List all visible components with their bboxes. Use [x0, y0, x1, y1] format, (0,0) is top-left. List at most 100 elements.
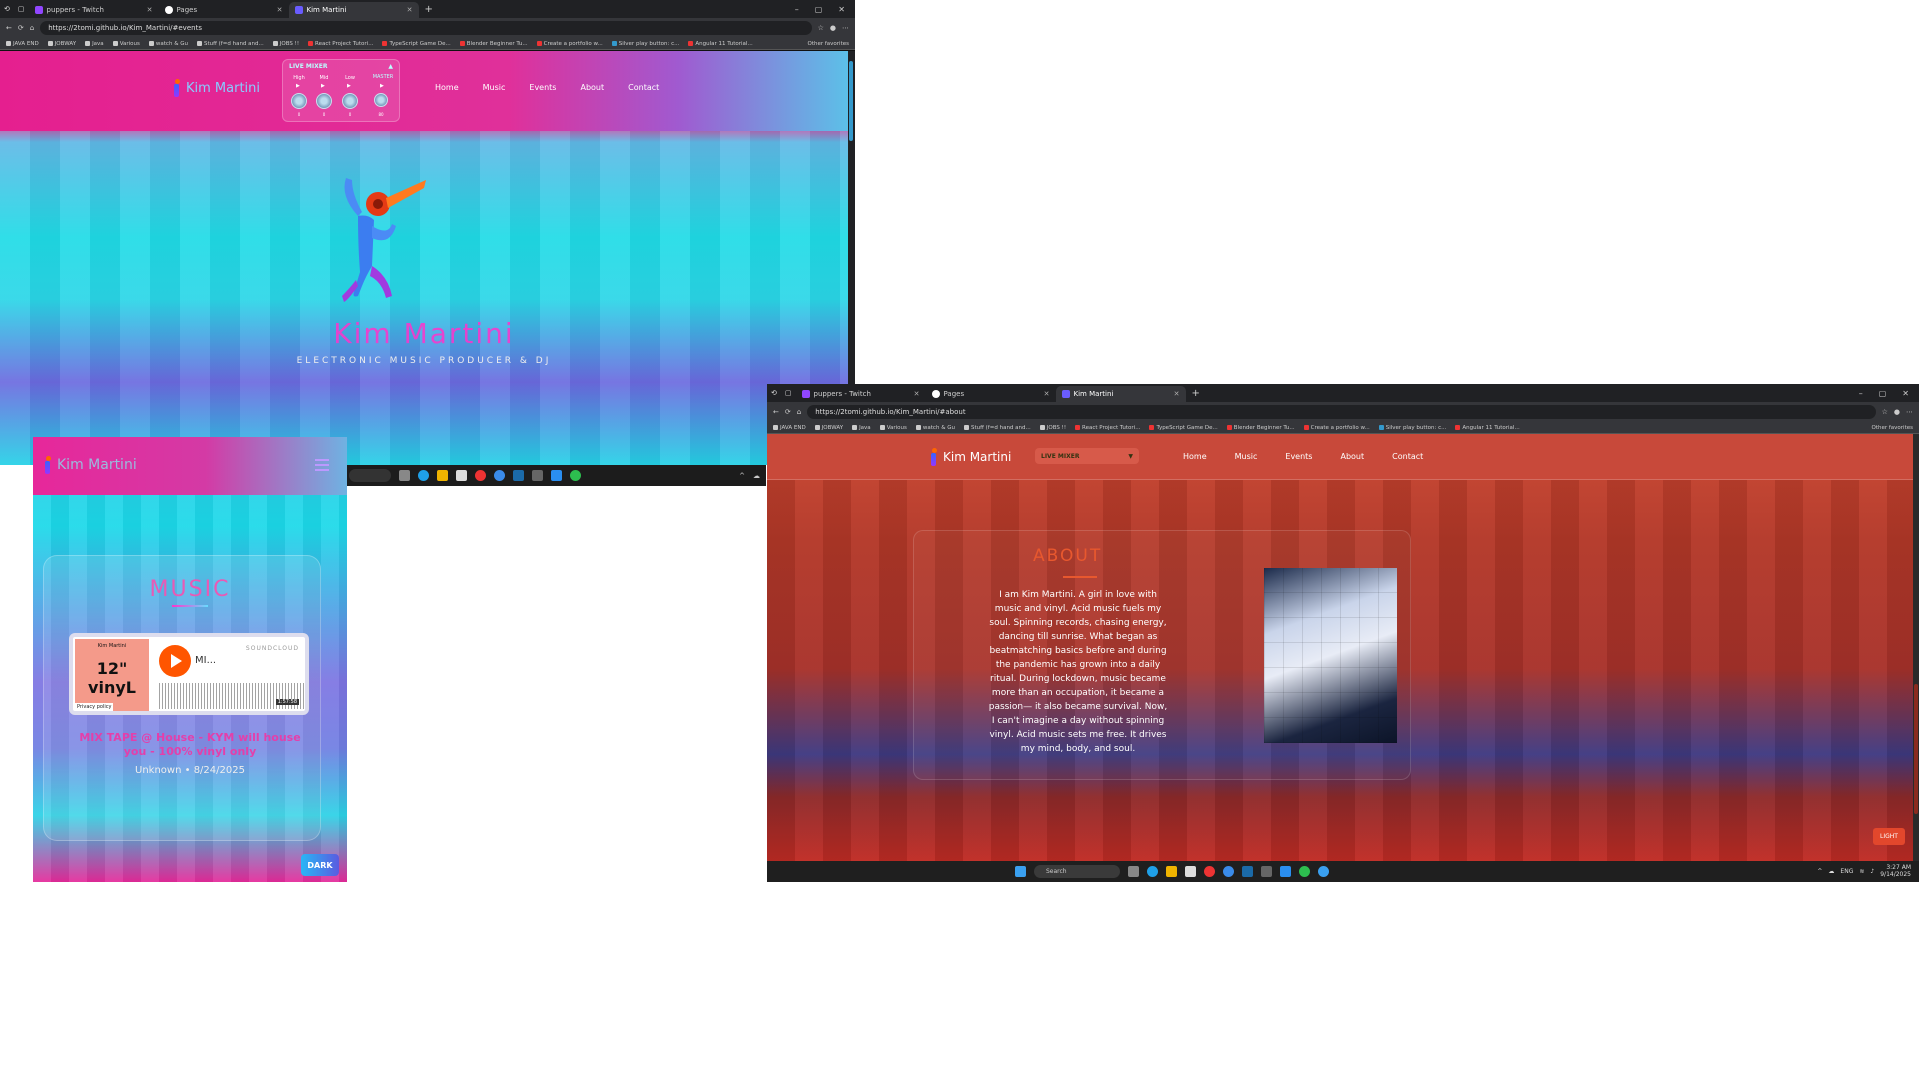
minimize-icon[interactable]: –	[1859, 389, 1863, 398]
bookmark-item[interactable]: Java	[85, 41, 104, 47]
app-icon[interactable]	[1223, 866, 1234, 877]
nav-events[interactable]: Events	[529, 83, 556, 92]
nav-home[interactable]: Home	[435, 83, 459, 92]
play-button[interactable]	[159, 645, 191, 677]
app-icon[interactable]	[494, 470, 505, 481]
master-knob[interactable]	[374, 93, 388, 107]
cloud-icon[interactable]: ☁	[753, 472, 760, 480]
track-title[interactable]: MI...	[195, 655, 216, 666]
back-icon[interactable]: ←	[773, 408, 779, 416]
bookmark-item[interactable]: JOBWAY	[47, 41, 76, 47]
low-play-icon[interactable]: ▶	[347, 83, 351, 89]
bookmark-item[interactable]: Create a portfolio w...	[536, 41, 603, 47]
soundcloud-player[interactable]: Kim Martini 12" vinyL Privacy policy MI.…	[69, 633, 309, 715]
close-tab-icon[interactable]: ✕	[914, 390, 920, 398]
bookmark-item[interactable]: JOBWAY	[814, 425, 843, 431]
site-logo[interactable]: Kim Martini	[929, 448, 1011, 466]
soundcloud-logo[interactable]: SOUNDCLOUD	[246, 645, 299, 652]
tray-chevron-icon[interactable]: ^	[739, 472, 745, 480]
bookmark-item[interactable]: React Project Tutori...	[1075, 425, 1140, 431]
nav-about[interactable]: About	[580, 83, 604, 92]
bookmark-item[interactable]: Silver play button: c...	[611, 41, 679, 47]
start-icon[interactable]	[1015, 866, 1026, 877]
taskbar-search[interactable]	[349, 469, 391, 482]
nav-home[interactable]: Home	[1183, 452, 1207, 461]
bookmark-item[interactable]: JOBS !!	[1039, 425, 1066, 431]
other-favorites[interactable]: Other favorites	[808, 41, 850, 47]
maximize-icon[interactable]: ▢	[815, 5, 823, 14]
nav-music[interactable]: Music	[483, 83, 506, 92]
star-icon[interactable]: ☆	[1882, 408, 1888, 416]
tab-actions-icon[interactable]: ⟲	[0, 5, 14, 13]
tab-pages[interactable]: Pages ✕	[159, 2, 289, 18]
star-icon[interactable]: ☆	[818, 24, 824, 32]
nav-contact[interactable]: Contact	[628, 83, 659, 92]
new-tab-icon[interactable]: +	[1186, 388, 1206, 399]
close-tab-icon[interactable]: ✕	[1044, 390, 1050, 398]
menu-icon[interactable]: ⋯	[1906, 408, 1913, 416]
nav-contact[interactable]: Contact	[1392, 452, 1423, 461]
waveform[interactable]	[159, 683, 305, 709]
whatsapp-icon[interactable]	[1299, 866, 1310, 877]
profile-icon[interactable]: ●	[1894, 408, 1900, 416]
master-play-icon[interactable]: ▶	[380, 83, 384, 89]
bookmark-item[interactable]: Various	[879, 425, 907, 431]
bookmark-item[interactable]: Blender Beginner Tu...	[459, 41, 528, 47]
bookmark-item[interactable]: JAVA END	[773, 425, 806, 431]
mid-play-icon[interactable]: ▶	[321, 83, 325, 89]
bookmark-item[interactable]: TypeScript Game De...	[1149, 425, 1218, 431]
collapse-icon[interactable]: ▲	[388, 63, 393, 70]
home-icon[interactable]: ⌂	[797, 408, 801, 416]
privacy-policy-link[interactable]: Privacy policy	[75, 703, 114, 711]
tab-pages[interactable]: Pages ✕	[926, 386, 1056, 402]
store-icon[interactable]	[456, 470, 467, 481]
task-view-icon[interactable]	[1128, 866, 1139, 877]
vscode-icon[interactable]	[551, 470, 562, 481]
minimize-icon[interactable]: –	[795, 5, 799, 14]
high-knob[interactable]	[291, 93, 307, 109]
close-tab-icon[interactable]: ✕	[407, 6, 413, 14]
theme-toggle-button[interactable]: LIGHT	[1873, 828, 1905, 845]
bookmark-item[interactable]: watch & Gu	[915, 425, 955, 431]
task-view-icon[interactable]	[399, 470, 410, 481]
cloud-icon[interactable]: ☁	[1828, 868, 1834, 875]
terminal-icon[interactable]	[1261, 866, 1272, 877]
tab-overview-icon[interactable]: ▢	[14, 5, 29, 13]
reload-icon[interactable]: ⟳	[785, 408, 791, 416]
reload-icon[interactable]: ⟳	[18, 24, 24, 32]
tab-twitch[interactable]: puppers - Twitch ✕	[29, 2, 159, 18]
nav-music[interactable]: Music	[1235, 452, 1258, 461]
hamburger-menu-icon[interactable]	[315, 459, 329, 471]
store-icon[interactable]	[1185, 866, 1196, 877]
tab-kim-martini[interactable]: Kim Martini ✕	[288, 2, 419, 18]
url-field[interactable]: https://2tomi.github.io/Kim_Martini/#abo…	[807, 405, 1876, 419]
language-indicator[interactable]: ENG	[1840, 868, 1853, 875]
bookmark-item[interactable]: Blender Beginner Tu...	[1226, 425, 1295, 431]
edge-icon[interactable]	[1147, 866, 1158, 877]
bookmark-item[interactable]: JAVA END	[6, 41, 39, 47]
wifi-icon[interactable]: ≋	[1859, 868, 1864, 875]
bookmark-item[interactable]: watch & Gu	[148, 41, 188, 47]
steam-icon[interactable]	[513, 470, 524, 481]
page-scrollbar[interactable]	[1913, 434, 1919, 861]
bookmark-item[interactable]: Silver play button: c...	[1378, 425, 1446, 431]
menu-icon[interactable]: ⋯	[842, 24, 849, 32]
site-logo[interactable]: Kim Martini	[43, 456, 137, 474]
tab-overview-icon[interactable]: ▢	[781, 389, 796, 397]
bookmark-item[interactable]: React Project Tutori...	[308, 41, 373, 47]
terminal-icon[interactable]	[532, 470, 543, 481]
bookmark-item[interactable]: JOBS !!	[272, 41, 299, 47]
profile-icon[interactable]: ●	[830, 24, 836, 32]
edge-icon[interactable]	[418, 470, 429, 481]
close-window-icon[interactable]: ✕	[1902, 389, 1909, 398]
clock[interactable]: 3:27 AM 9/14/2025	[1880, 864, 1911, 878]
high-play-icon[interactable]: ▶	[296, 83, 300, 89]
bookmark-item[interactable]: Stuff (f=d hand and...	[963, 425, 1031, 431]
folder-icon[interactable]	[437, 470, 448, 481]
vscode-icon[interactable]	[1280, 866, 1291, 877]
chrome-icon[interactable]	[1204, 866, 1215, 877]
mid-knob[interactable]	[316, 93, 332, 109]
tab-twitch[interactable]: puppers - Twitch ✕	[796, 386, 926, 402]
chrome-icon[interactable]	[475, 470, 486, 481]
low-knob[interactable]	[342, 93, 358, 109]
